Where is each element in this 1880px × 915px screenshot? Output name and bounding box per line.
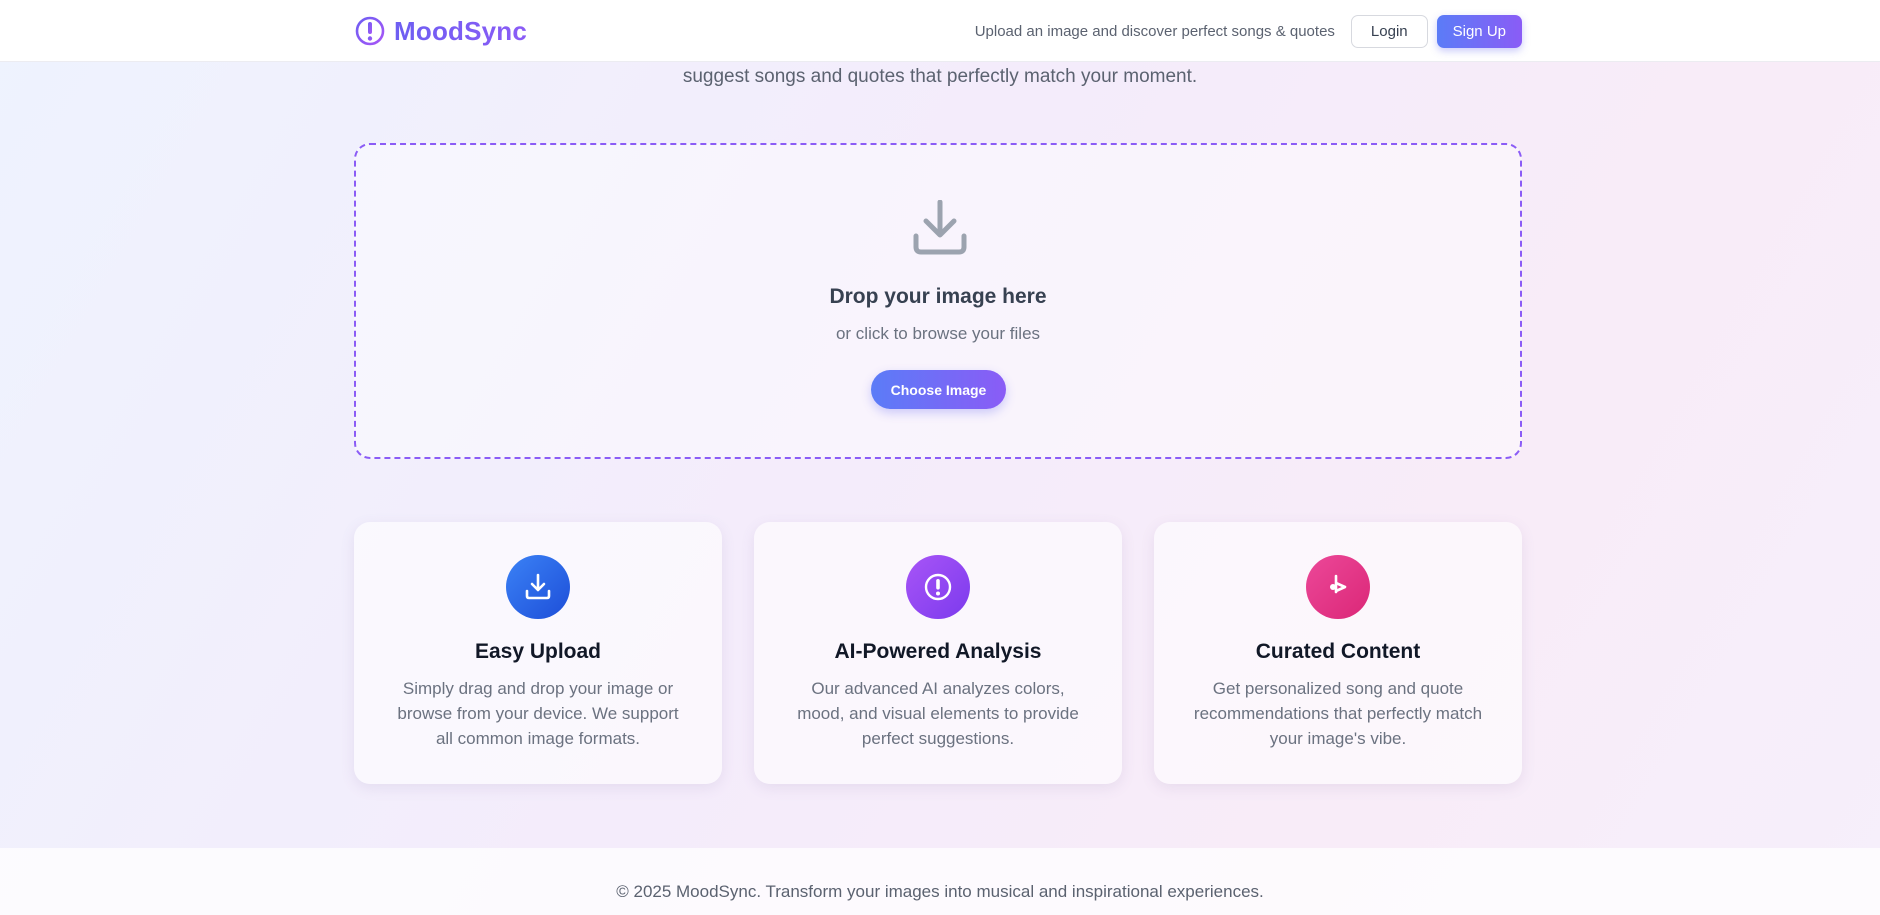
header-tagline: Upload an image and discover perfect son… [974, 22, 1335, 40]
choose-image-button[interactable]: Choose Image [871, 370, 1006, 409]
image-dropzone[interactable]: Drop your image here or click to browse … [354, 143, 1522, 459]
feature-description: Our advanced AI analyzes colors, mood, a… [797, 679, 1079, 748]
dropzone-title: Drop your image here [829, 285, 1047, 308]
feature-title: Curated Content [1255, 640, 1421, 663]
footer-copyright: © 2025 MoodSync. Transform your images i… [616, 882, 1264, 901]
feature-card-ai-analysis: AI-Powered Analysis Our advanced AI anal… [754, 522, 1122, 784]
signup-button[interactable]: Sign Up [1436, 14, 1522, 48]
hero-subtitle: suggest songs and quotes that perfectly … [682, 66, 1198, 87]
feature-description: Simply drag and drop your image or brows… [397, 679, 679, 748]
login-button[interactable]: Login [1350, 14, 1428, 48]
feature-title: AI-Powered Analysis [834, 640, 1042, 663]
brand[interactable]: MoodSync [354, 15, 527, 47]
top-navbar: MoodSync Upload an image and discover pe… [0, 0, 1880, 62]
brand-name: MoodSync [394, 15, 528, 46]
feature-title: Easy Upload [474, 640, 602, 663]
feature-card-curated-content: Curated Content Get personalized song an… [1154, 522, 1522, 784]
music-icon [1306, 555, 1370, 619]
feature-description: Get personalized song and quote recommen… [1193, 679, 1483, 748]
page-footer: © 2025 MoodSync. Transform your images i… [0, 848, 1880, 915]
download-icon [913, 200, 967, 255]
upload-icon [506, 555, 570, 619]
navbar-inner: MoodSync Upload an image and discover pe… [354, 0, 1522, 62]
mood-icon [355, 16, 385, 46]
feature-card-easy-upload: Easy Upload Simply drag and drop your im… [354, 522, 722, 784]
dropzone-subtitle: or click to browse your files [835, 324, 1041, 343]
ai-icon [906, 555, 970, 619]
nav-actions: Upload an image and discover perfect son… [974, 14, 1522, 48]
